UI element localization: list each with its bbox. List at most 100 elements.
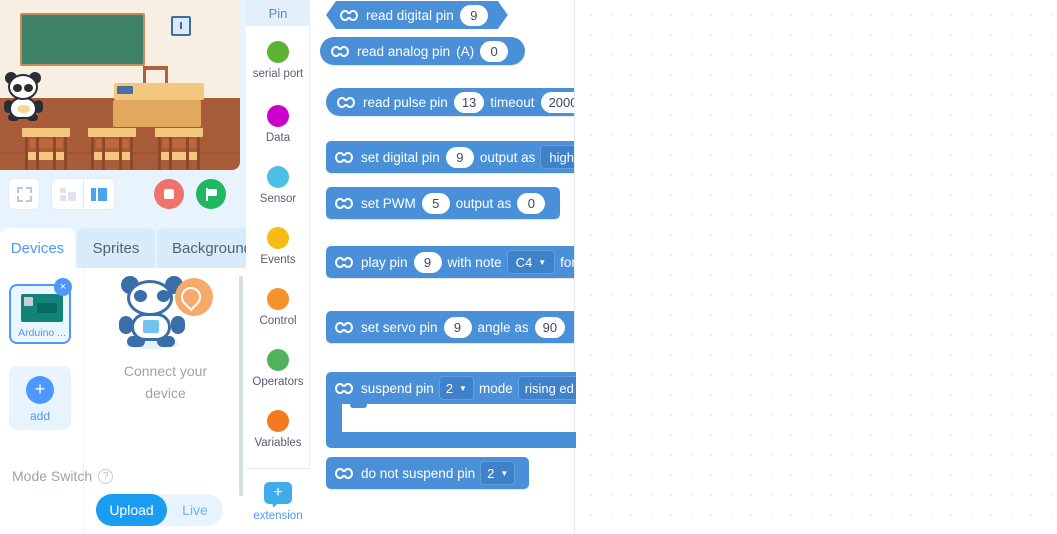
- tab-sprites[interactable]: Sprites: [77, 228, 155, 268]
- add-device-button[interactable]: + add: [9, 366, 71, 430]
- with-note-label: with note: [447, 254, 502, 270]
- servo-pin-number-field[interactable]: 9: [443, 316, 472, 338]
- block-label: set digital pin: [361, 149, 440, 165]
- connect-text-line2: device: [145, 385, 186, 401]
- green-flag-icon: [205, 187, 218, 201]
- panda-sprite[interactable]: [2, 72, 44, 121]
- stage-panel[interactable]: [0, 0, 240, 170]
- category-rail: Pin serial port Data Sensor Events Contr…: [246, 0, 310, 534]
- device-remove-button[interactable]: ×: [54, 278, 72, 296]
- tab-sprites-label: Sprites: [92, 239, 140, 257]
- palette-block-read-pulse-pin[interactable]: read pulse pin 13 timeout 2000: [326, 88, 574, 116]
- tone-pin-number-field[interactable]: 9: [413, 251, 442, 273]
- block-label: read pulse pin: [363, 94, 448, 110]
- suspend-pin-dropdown[interactable]: 2 ▼: [480, 461, 516, 485]
- arduino-icon: [335, 467, 354, 479]
- mode-upload-option[interactable]: Upload: [96, 494, 167, 526]
- device-panel-scrollbar[interactable]: [239, 276, 243, 496]
- arduino-icon: [335, 151, 354, 163]
- tab-devices[interactable]: Devices: [0, 228, 75, 268]
- help-icon[interactable]: ?: [98, 468, 114, 484]
- palette-block-play-pin-with-note[interactable]: play pin 9 with note C4 ▼ for: [326, 246, 575, 278]
- stage-canvas[interactable]: [0, 0, 240, 170]
- palette-block-set-pwm[interactable]: set PWM 5 output as 0: [326, 187, 561, 219]
- category-sensor[interactable]: Sensor: [246, 151, 310, 219]
- small-stage-button[interactable]: [51, 178, 83, 210]
- dropdown-value: rising ed: [524, 380, 574, 396]
- block-label: suspend pin: [361, 380, 434, 396]
- plus-icon: +: [26, 376, 54, 404]
- palette-block-set-servo-pin[interactable]: set servo pin 9 angle as 90: [326, 311, 574, 343]
- large-stage-button[interactable]: [83, 178, 115, 210]
- category-variables[interactable]: Variables: [246, 395, 310, 463]
- suspend-pin-inner-notch: [350, 404, 367, 408]
- category-data-label: Data: [265, 131, 291, 144]
- category-serial-port-label: serial port: [252, 67, 304, 80]
- note-dropdown[interactable]: C4 ▼: [506, 250, 556, 274]
- desk-book: [117, 86, 133, 94]
- timeout-value-field[interactable]: 2000: [540, 91, 574, 113]
- events-dot-icon: [267, 226, 289, 249]
- pwm-value-field[interactable]: 0: [517, 192, 546, 214]
- operators-dot-icon: [267, 348, 289, 371]
- output-as-label: output as: [479, 149, 536, 165]
- timeout-label: timeout: [490, 94, 535, 110]
- student-desk: [155, 128, 203, 170]
- category-header-pin[interactable]: Pin: [246, 0, 310, 26]
- category-serial-port[interactable]: serial port: [246, 26, 310, 94]
- pulse-pin-number-field[interactable]: 13: [453, 91, 485, 113]
- mode-live-option[interactable]: Live: [167, 494, 223, 526]
- arduino-icon: [337, 96, 356, 108]
- output-as-label: output as: [455, 195, 512, 211]
- stage-control-bar: [0, 178, 246, 220]
- output-level-dropdown[interactable]: high ▼: [540, 145, 574, 169]
- for-label: for: [560, 254, 575, 270]
- pin-number-field[interactable]: 9: [460, 5, 488, 26]
- app-root: Devices Sprites Background Arduino ... ×…: [0, 0, 1057, 534]
- suspend-mode-dropdown[interactable]: rising ed: [517, 376, 581, 400]
- category-control[interactable]: Control: [246, 273, 310, 341]
- palette-block-set-digital-pin[interactable]: set digital pin 9 output as high ▼: [326, 141, 574, 173]
- angle-as-label: angle as: [477, 319, 529, 335]
- green-flag-button[interactable]: [196, 179, 226, 209]
- extension-label: extension: [253, 509, 303, 522]
- servo-angle-field[interactable]: 90: [534, 316, 566, 338]
- category-sensor-label: Sensor: [259, 192, 297, 205]
- device-card-label: Arduino ...: [18, 327, 66, 339]
- dropdown-value: 2: [445, 380, 454, 396]
- category-events-label: Events: [260, 253, 296, 266]
- serial-port-dot-icon: [267, 40, 289, 63]
- palette-block-read-analog-pin[interactable]: read analog pin (A) 0: [320, 37, 526, 65]
- stop-button[interactable]: [154, 179, 184, 209]
- block-palette[interactable]: read digital pin 9 read analog pin (A) 0…: [310, 0, 575, 534]
- category-variables-label: Variables: [254, 436, 302, 449]
- chevron-down-icon: ▼: [459, 383, 467, 393]
- small-stage-icon: [59, 187, 76, 201]
- block-label: read digital pin: [366, 7, 454, 23]
- stop-icon: [164, 189, 174, 199]
- sensor-dot-icon: [267, 165, 289, 188]
- category-operators-label: Operators: [252, 375, 304, 388]
- block-workspace[interactable]: when Arduino Uno starts up repeat 5 ↺ se…: [576, 0, 1057, 534]
- left-column: Devices Sprites Background Arduino ... ×…: [0, 0, 267, 534]
- analog-pin-number-field[interactable]: 0: [480, 40, 509, 62]
- dropdown-value: high: [549, 149, 574, 165]
- variables-dot-icon: [267, 409, 289, 432]
- category-events[interactable]: Events: [246, 212, 310, 280]
- pwm-pin-number-field[interactable]: 5: [421, 192, 450, 214]
- data-dot-icon: [267, 104, 289, 127]
- category-operators[interactable]: Operators: [246, 334, 310, 402]
- tab-background-label: Background: [171, 239, 253, 257]
- analog-prefix-label: (A): [456, 43, 475, 59]
- fullscreen-button[interactable]: [8, 178, 40, 210]
- palette-block-do-not-suspend-pin[interactable]: do not suspend pin 2 ▼: [326, 457, 530, 489]
- palette-block-read-digital-pin[interactable]: read digital pin 9: [326, 1, 508, 29]
- student-desk: [88, 128, 136, 170]
- connect-text-line1: Connect your: [123, 363, 208, 379]
- block-label: set PWM: [361, 195, 416, 211]
- pin-number-field[interactable]: 9: [445, 146, 474, 168]
- category-data[interactable]: Data: [246, 90, 310, 158]
- suspend-pin-dropdown[interactable]: 2 ▼: [438, 376, 474, 400]
- block-label: set servo pin: [361, 319, 438, 335]
- add-extension-button[interactable]: + extension: [246, 468, 310, 534]
